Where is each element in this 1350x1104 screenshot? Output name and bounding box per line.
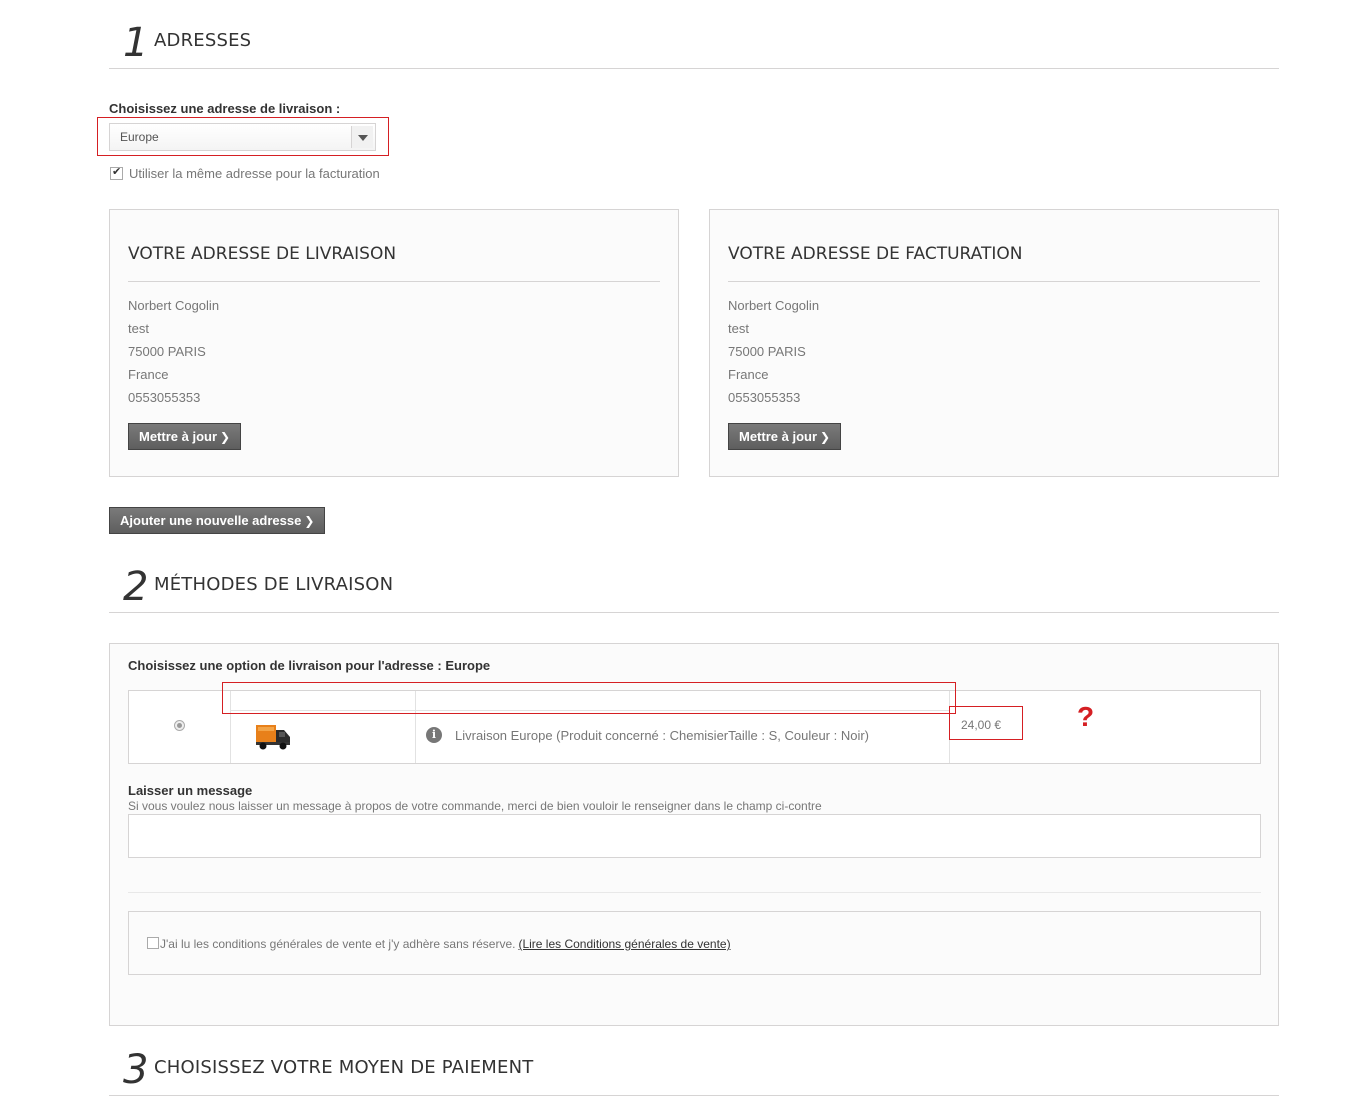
address-line: France (728, 367, 769, 382)
info-icon[interactable]: i (426, 727, 442, 743)
billing-address-box: VOTRE ADRESSE DE FACTURATION Norbert Cog… (709, 209, 1279, 477)
annotation-question-mark: ? (1077, 701, 1095, 732)
button-label: Mettre à jour (739, 429, 818, 444)
address-line: Norbert Cogolin (728, 298, 820, 313)
chevron-right-icon: ❯ (304, 514, 315, 528)
box-title: VOTRE ADRESSE DE LIVRAISON (128, 244, 397, 264)
step-title: MÉTHODES DE LIVRAISON (154, 574, 394, 595)
address-line: 0553055353 (128, 390, 201, 405)
step-3-heading: 3 CHOISISSEZ VOTRE MOYEN DE PAIEMENT (109, 1027, 1279, 1096)
divider (128, 281, 660, 282)
add-address-button[interactable]: Ajouter une nouvelle adresse ❯ (109, 507, 326, 534)
message-label: Laisser un message (128, 783, 253, 798)
message-textarea[interactable] (128, 814, 1261, 858)
divider (128, 892, 1261, 893)
step-number: 3 (123, 1047, 149, 1093)
annotation-highlight-select (97, 117, 389, 156)
address-line: test (128, 321, 149, 336)
carrier-description: Livraison Europe (Produit concerné : Che… (455, 728, 870, 743)
same-address-label: Utiliser la même adresse pour la factura… (129, 166, 380, 181)
button-label: Mettre à jour (139, 429, 218, 444)
step-number: 1 (123, 20, 149, 66)
terms-checkbox[interactable] (147, 937, 159, 949)
carrier-radio[interactable] (174, 720, 185, 731)
terms-text: J'ai lu les conditions générales de vent… (160, 937, 731, 951)
shipping-address-box: VOTRE ADRESSE DE LIVRAISON Norbert Cogol… (109, 209, 679, 477)
address-line: 75000 PARIS (128, 344, 206, 359)
step-title: CHOISISSEZ VOTRE MOYEN DE PAIEMENT (154, 1057, 534, 1078)
address-line: 75000 PARIS (728, 344, 806, 359)
address-line: Norbert Cogolin (128, 298, 220, 313)
step-title: ADRESSES (154, 30, 252, 51)
divider (728, 281, 1260, 282)
address-line: 0553055353 (728, 390, 801, 405)
button-label: Ajouter une nouvelle adresse (120, 513, 302, 528)
step-number: 2 (123, 564, 149, 610)
step-2-heading: 2 MÉTHODES DE LIVRAISON (109, 544, 1279, 613)
terms-label: J'ai lu les conditions générales de vent… (160, 937, 516, 951)
terms-box: J'ai lu les conditions générales de vent… (128, 911, 1261, 975)
chevron-right-icon: ❯ (820, 430, 831, 444)
truck-icon (256, 725, 290, 750)
delivery-option-label: Choisissez une option de livraison pour … (128, 658, 491, 673)
terms-link[interactable]: (Lire les Conditions générales de vente) (518, 937, 730, 951)
same-address-checkbox[interactable] (110, 165, 123, 180)
address-line: test (728, 321, 749, 336)
annotation-highlight-header-row (222, 682, 956, 714)
update-shipping-address-button[interactable]: Mettre à jour ❯ (128, 423, 242, 450)
chevron-right-icon: ❯ (220, 430, 231, 444)
message-help-text: Si vous voulez nous laisser un message à… (128, 799, 822, 813)
annotation-highlight-price (949, 706, 1023, 740)
address-line: France (128, 367, 169, 382)
box-title: VOTRE ADRESSE DE FACTURATION (728, 244, 1023, 264)
update-billing-address-button[interactable]: Mettre à jour ❯ (728, 423, 842, 450)
step-1-heading: 1 ADRESSES (109, 0, 1279, 69)
delivery-address-label: Choisissez une adresse de livraison : (109, 101, 341, 116)
